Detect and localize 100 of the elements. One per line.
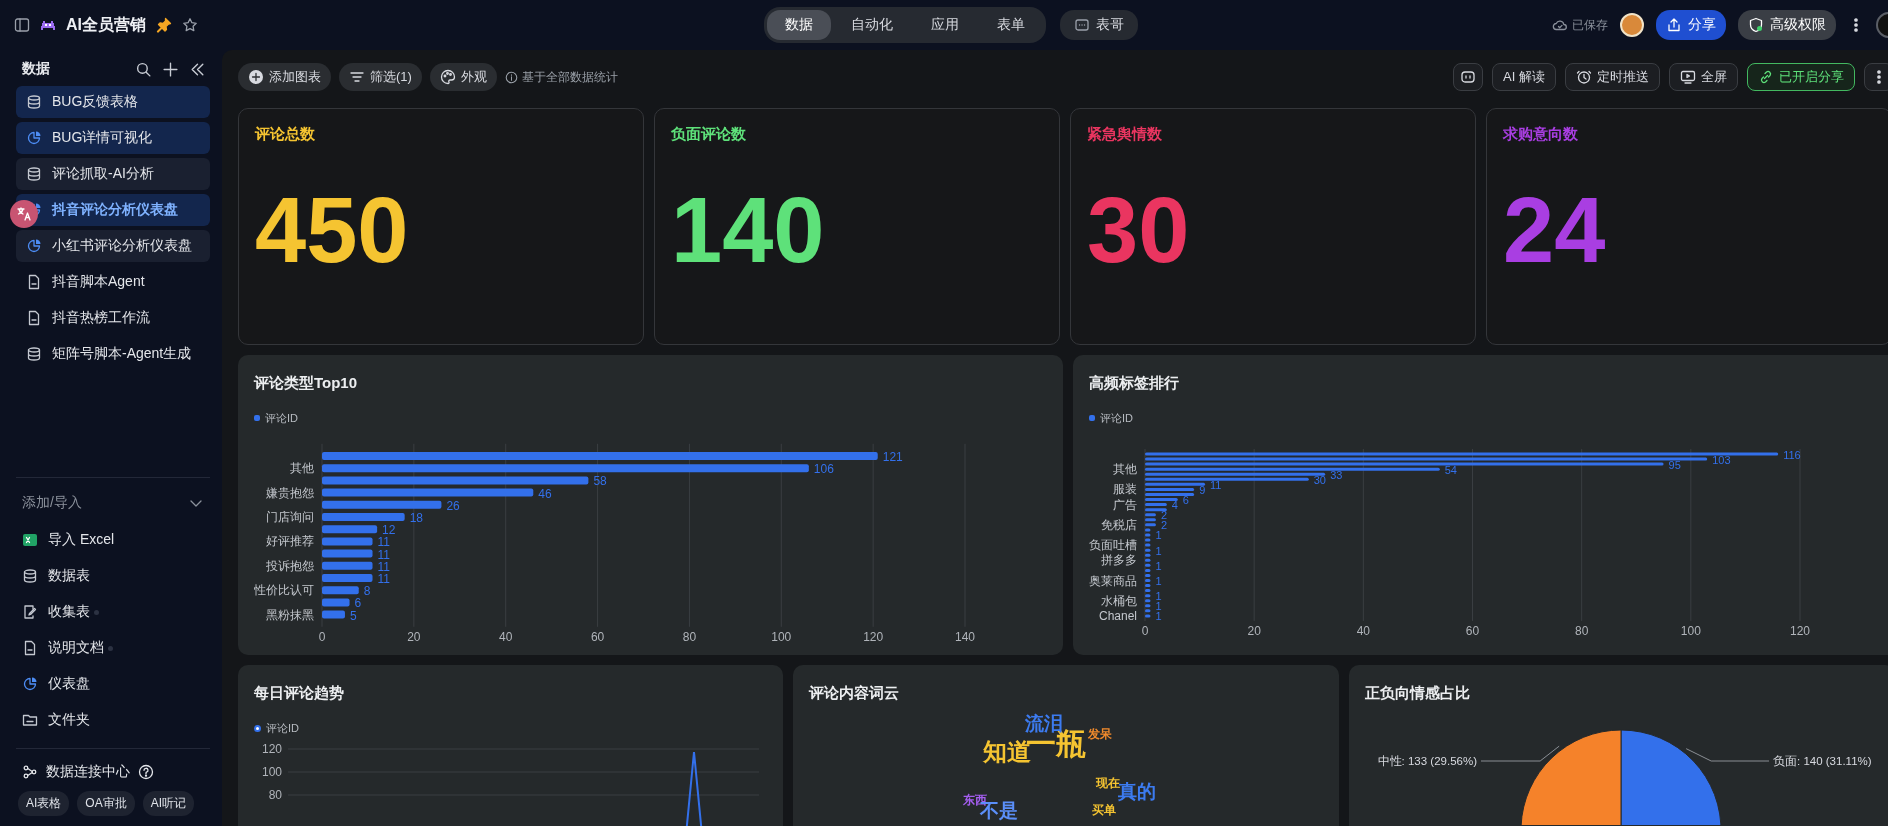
collapse-icon[interactable] — [189, 60, 206, 78]
toolbar-button[interactable]: AI 解读 — [1492, 63, 1556, 91]
document-icon — [26, 310, 42, 326]
legend-label: 评论ID — [1100, 410, 1133, 426]
category-label: Chanel — [1098, 608, 1137, 623]
value-label: 30 — [1313, 473, 1326, 486]
info-icon — [504, 70, 518, 84]
toolbar-button[interactable] — [1453, 63, 1484, 91]
value-label: 33 — [1330, 468, 1343, 481]
value-label: 58 — [593, 474, 607, 489]
sidebar-item[interactable]: BUG详情可视化 — [16, 122, 210, 154]
value-label: 26 — [446, 498, 460, 513]
app-title: AI全员营销 — [66, 14, 146, 35]
nav-tab[interactable]: 表单 — [979, 10, 1043, 40]
sidebar-item[interactable]: 抖音热榜工作流 — [16, 302, 210, 334]
axis-label: 80 — [682, 629, 697, 644]
axis-label: 100 — [261, 765, 282, 779]
value-label: 121 — [882, 450, 903, 464]
category-label: 拼多多 — [1101, 553, 1137, 568]
toolbar-button[interactable]: 添加图表 — [238, 63, 331, 91]
nav-tab[interactable]: 应用 — [913, 10, 977, 40]
user-avatar[interactable] — [1620, 13, 1644, 37]
cloud-word: 真的 — [1118, 782, 1156, 801]
menu-item[interactable]: 导入 Excel — [16, 524, 210, 556]
toolbar-button[interactable]: 定时推送 — [1565, 63, 1660, 91]
bar — [322, 574, 373, 582]
axis-label: 0 — [1141, 624, 1149, 638]
sidebar-item[interactable]: 抖音评论分析仪表盘 — [16, 194, 210, 226]
bar — [322, 586, 359, 595]
toolbar-button[interactable]: 表哥 — [1060, 10, 1138, 40]
category-label: 好评推荐 — [266, 534, 314, 549]
sidebar-item[interactable]: BUG反馈表格 — [16, 86, 210, 118]
toolbar-button[interactable]: 外观 — [429, 63, 497, 91]
axis-label: 40 — [1356, 624, 1370, 638]
value-label: 106 — [813, 462, 834, 477]
value-label: 12 — [382, 523, 396, 538]
nav-tab[interactable]: 数据 — [767, 10, 831, 40]
permission-button[interactable]: 高级权限 — [1738, 10, 1836, 40]
axis-label: 120 — [863, 629, 884, 644]
value-label: 1 — [1155, 529, 1162, 542]
bar — [322, 537, 373, 546]
value-label: 1 — [1155, 600, 1162, 613]
category-label: 性价比认可 — [254, 583, 314, 598]
menu-item[interactable]: 说明文档 — [16, 632, 210, 664]
menu-item[interactable]: 收集表 — [16, 596, 210, 628]
toolbar-button[interactable] — [1864, 63, 1888, 91]
nav-tab[interactable]: 自动化 — [833, 10, 911, 40]
bar — [322, 525, 378, 534]
value-label: 103 — [1712, 453, 1731, 466]
axis-label: 80 — [268, 788, 282, 802]
value-label: 9 — [1199, 483, 1206, 496]
axis-label: 60 — [1465, 624, 1480, 638]
translate-button[interactable] — [10, 200, 38, 228]
menu-item[interactable]: 仪表盘 — [16, 668, 210, 700]
pie-chart-icon — [22, 676, 38, 692]
share-button[interactable]: 分享 — [1656, 10, 1726, 40]
category-label: 免税店 — [1101, 517, 1137, 532]
axis-label: 100 — [1680, 624, 1701, 638]
folder-icon — [22, 712, 38, 728]
plus-circle-icon — [248, 69, 264, 85]
sidebar-toggle-icon — [14, 17, 30, 33]
nodes-icon — [22, 764, 38, 780]
category-label: 黑粉抹黑 — [266, 607, 314, 622]
database-icon — [26, 94, 42, 110]
cloud-check-icon — [1552, 17, 1568, 33]
app-chip[interactable]: AI表格 — [18, 791, 70, 816]
pie-chart-icon — [26, 130, 42, 146]
search-icon[interactable] — [135, 60, 152, 78]
menu-item[interactable]: 文件夹 — [16, 704, 210, 736]
toolbar-button[interactable]: 已开启分享 — [1747, 63, 1855, 91]
excel-icon — [22, 532, 38, 548]
app-chip[interactable]: OA审批 — [77, 791, 135, 816]
sidebar-item[interactable]: 矩阵号脚本-Agent生成 — [16, 338, 210, 370]
value-label: 2 — [1160, 509, 1168, 522]
toolbar-button[interactable]: 全屏 — [1669, 63, 1738, 91]
chart-title: 高频标签排行 — [1089, 373, 1180, 393]
filter-icon — [349, 69, 365, 85]
kpi-value: 140 — [671, 184, 826, 276]
value-label: 1 — [1155, 559, 1162, 572]
app-chip[interactable]: AI听记 — [142, 791, 195, 816]
legend-marker — [254, 415, 260, 421]
help-icon[interactable] — [138, 764, 154, 780]
toolbar-button[interactable]: 筛选(1) — [339, 63, 422, 91]
bar — [322, 610, 345, 619]
database-icon — [22, 568, 38, 584]
edit-form-icon — [22, 604, 38, 620]
value-label: 1 — [1155, 610, 1162, 623]
legend-label: 评论ID — [266, 720, 299, 736]
connect-link[interactable]: 数据连接中心 — [46, 763, 130, 781]
link-icon — [1758, 69, 1774, 85]
menu-item[interactable]: 数据表 — [16, 560, 210, 592]
robot-icon — [1460, 69, 1477, 85]
bar — [322, 549, 373, 558]
sidebar-item[interactable]: 小红书评论分析仪表盘 — [16, 230, 210, 262]
value-label: 1 — [1155, 575, 1162, 587]
sidebar-item[interactable]: 评论抓取-AI分析 — [16, 158, 210, 190]
kpi-title: 紧急舆情数 — [1087, 125, 1163, 144]
plus-icon[interactable] — [162, 60, 179, 78]
value-label: 6 — [1182, 494, 1189, 507]
sidebar-item[interactable]: 抖音脚本Agent — [16, 266, 210, 298]
